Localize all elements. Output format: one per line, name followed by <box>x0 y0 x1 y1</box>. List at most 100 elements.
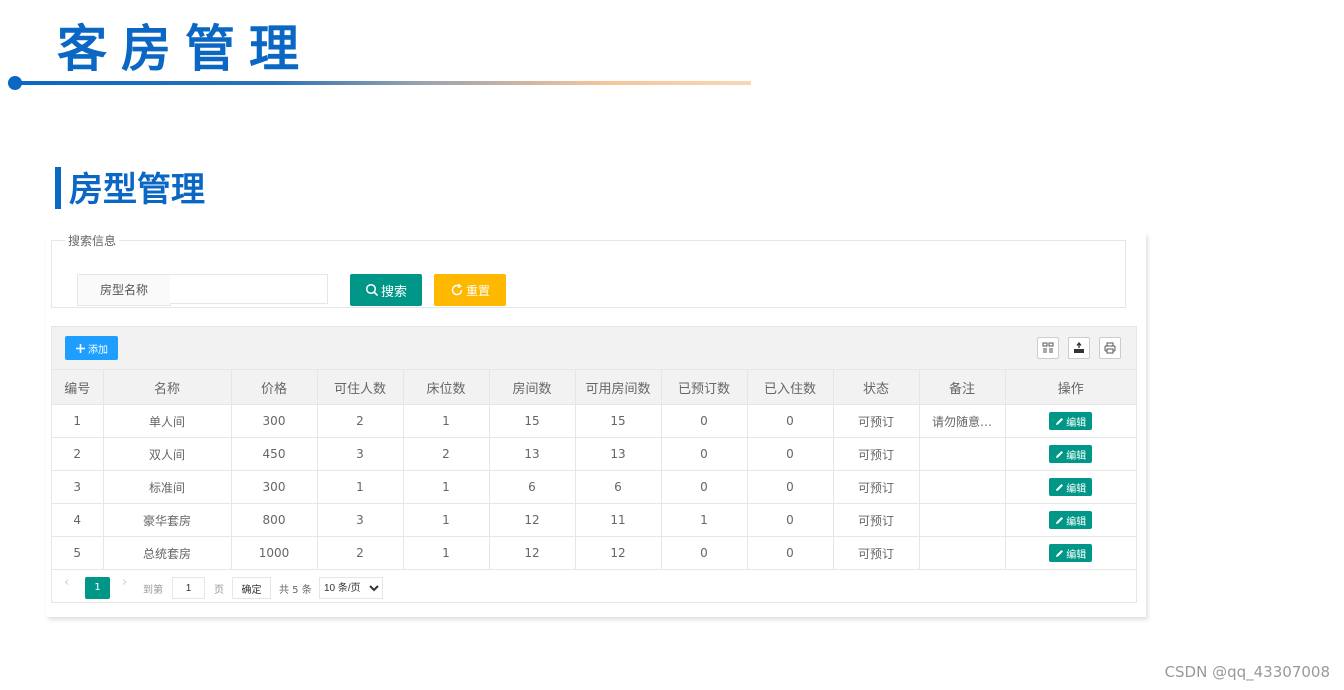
cell-checked-in: 0 <box>746 437 834 471</box>
column-header-name[interactable]: 名称 <box>102 370 232 405</box>
column-header-actions[interactable]: 操作 <box>1004 370 1136 405</box>
table-row: 5 总统套房 1000 2 1 12 12 0 0 可预订 编辑 <box>52 536 1136 570</box>
cell-status: 可预订 <box>832 437 920 471</box>
edit-button[interactable]: 编辑 <box>1049 478 1093 496</box>
next-page-icon[interactable]: › <box>122 575 127 590</box>
refresh-icon <box>451 283 463 296</box>
cell-beds: 1 <box>402 536 490 570</box>
pencil-icon <box>1056 417 1064 425</box>
cell-checked-in: 0 <box>746 503 834 537</box>
cell-remarks <box>918 536 1006 570</box>
cell-actions: 编辑 <box>1004 437 1136 471</box>
pencil-icon <box>1056 450 1064 458</box>
current-page[interactable]: 1 <box>85 577 110 599</box>
cell-available: 15 <box>574 404 662 438</box>
cell-actions: 编辑 <box>1004 536 1136 570</box>
cell-rooms: 15 <box>488 404 576 438</box>
print-icon[interactable] <box>1099 337 1121 359</box>
column-header-capacity[interactable]: 可住人数 <box>316 370 404 405</box>
cell-status: 可预订 <box>832 404 920 438</box>
cell-available: 12 <box>574 536 662 570</box>
search-button-label: 搜索 <box>380 283 407 299</box>
table-row: 2 双人间 450 3 2 13 13 0 0 可预订 编辑 <box>52 437 1136 471</box>
edit-button-label: 编辑 <box>1066 417 1087 429</box>
cell-capacity: 1 <box>316 470 404 504</box>
column-header-rooms[interactable]: 房间数 <box>488 370 576 405</box>
room-type-name-label: 房型名称 <box>77 274 171 306</box>
cell-actions: 编辑 <box>1004 470 1136 504</box>
edit-button-label: 编辑 <box>1066 450 1087 462</box>
cell-capacity: 2 <box>316 536 404 570</box>
edit-button-label: 编辑 <box>1066 483 1087 495</box>
pagination: ‹ 1 › 到第 页 确定 共 5 条 10 条/页 <box>52 570 1136 604</box>
total-count: 共 5 条 <box>279 585 312 596</box>
reset-button[interactable]: 重置 <box>434 274 506 306</box>
columns-filter-icon[interactable] <box>1037 337 1059 359</box>
column-header-booked[interactable]: 已预订数 <box>660 370 748 405</box>
cell-booked: 0 <box>660 404 748 438</box>
goto-label: 到第 <box>143 585 163 596</box>
table-row: 4 豪华套房 800 3 1 12 11 1 0 可预订 编辑 <box>52 503 1136 537</box>
search-icon <box>365 283 379 297</box>
cell-price: 300 <box>230 404 318 438</box>
edit-button-label: 编辑 <box>1066 516 1087 528</box>
pencil-icon <box>1056 483 1064 491</box>
add-button-label: 添加 <box>88 344 108 356</box>
confirm-page-button[interactable]: 确定 <box>232 577 271 599</box>
column-header-beds[interactable]: 床位数 <box>402 370 490 405</box>
cell-booked: 0 <box>660 437 748 471</box>
cell-rooms: 12 <box>488 503 576 537</box>
cell-id: 1 <box>52 404 104 438</box>
room-type-name-input[interactable] <box>170 274 328 304</box>
cell-remarks <box>918 503 1006 537</box>
edit-button[interactable]: 编辑 <box>1049 511 1093 529</box>
cell-beds: 2 <box>402 437 490 471</box>
cell-id: 2 <box>52 437 104 471</box>
cell-name: 总统套房 <box>102 536 232 570</box>
search-fieldset: 搜索信息 房型名称 搜索 重置 <box>51 232 1126 308</box>
cell-id: 4 <box>52 503 104 537</box>
table-toolbar: 添加 <box>52 327 1136 370</box>
page-number-input[interactable] <box>172 577 205 599</box>
column-header-id[interactable]: 编号 <box>52 370 104 405</box>
cell-name: 豪华套房 <box>102 503 232 537</box>
cell-remarks <box>918 437 1006 471</box>
search-legend: 搜索信息 <box>68 234 117 248</box>
table-row: 3 标准间 300 1 1 6 6 0 0 可预订 编辑 <box>52 470 1136 504</box>
cell-capacity: 3 <box>316 503 404 537</box>
cell-capacity: 2 <box>316 404 404 438</box>
page-size-select[interactable]: 10 条/页 <box>319 577 383 599</box>
cell-capacity: 3 <box>316 437 404 471</box>
cell-price: 1000 <box>230 536 318 570</box>
cell-checked-in: 0 <box>746 404 834 438</box>
export-icon[interactable] <box>1068 337 1090 359</box>
edit-button[interactable]: 编辑 <box>1049 412 1093 430</box>
cell-price: 450 <box>230 437 318 471</box>
search-button[interactable]: 搜索 <box>350 274 422 306</box>
cell-price: 300 <box>230 470 318 504</box>
title-underline <box>20 81 751 85</box>
edit-button-label: 编辑 <box>1066 549 1087 561</box>
cell-available: 6 <box>574 470 662 504</box>
slide-title: 客房管理 <box>57 20 313 78</box>
cell-name: 双人间 <box>102 437 232 471</box>
edit-button[interactable]: 编辑 <box>1049 544 1093 562</box>
cell-rooms: 12 <box>488 536 576 570</box>
column-header-checked-in[interactable]: 已入住数 <box>746 370 834 405</box>
room-type-table: 编号 名称 价格 可住人数 床位数 房间数 可用房间数 已预订数 已入住数 状态… <box>52 370 1136 570</box>
cell-beds: 1 <box>402 404 490 438</box>
cell-status: 可预订 <box>832 470 920 504</box>
cell-name: 单人间 <box>102 404 232 438</box>
column-header-available[interactable]: 可用房间数 <box>574 370 662 405</box>
column-header-status[interactable]: 状态 <box>832 370 920 405</box>
prev-page-icon[interactable]: ‹ <box>64 575 69 590</box>
plus-icon <box>76 343 85 353</box>
column-header-price[interactable]: 价格 <box>230 370 318 405</box>
edit-button[interactable]: 编辑 <box>1049 445 1093 463</box>
cell-checked-in: 0 <box>746 470 834 504</box>
cell-status: 可预订 <box>832 536 920 570</box>
page-unit-label: 页 <box>214 585 224 596</box>
cell-available: 11 <box>574 503 662 537</box>
column-header-remarks[interactable]: 备注 <box>918 370 1006 405</box>
add-button[interactable]: 添加 <box>65 336 118 360</box>
